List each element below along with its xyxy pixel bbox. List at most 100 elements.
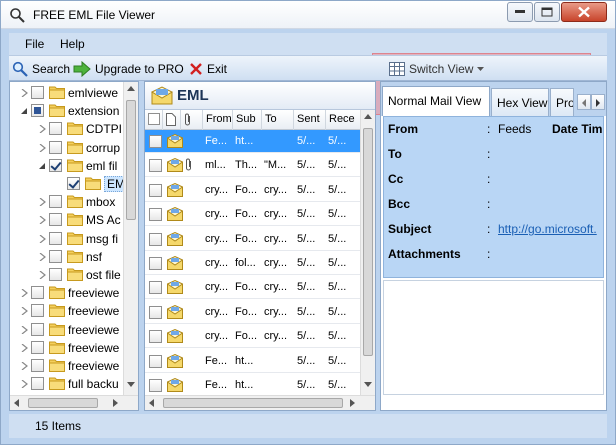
column-from[interactable]: From <box>203 110 233 130</box>
collapsed-arrow-icon[interactable] <box>20 289 28 298</box>
tree-node[interactable]: emlviewe <box>10 84 130 102</box>
list-vertical-scrollbar[interactable] <box>360 110 375 395</box>
expanded-arrow-icon[interactable] <box>38 162 46 170</box>
tree-horizontal-scrollbar[interactable] <box>10 395 138 410</box>
menu-help[interactable]: Help <box>60 37 85 51</box>
mail-row-checkbox[interactable] <box>149 159 162 173</box>
tree-node[interactable]: freeviewe <box>10 339 130 357</box>
tree-checkbox[interactable] <box>49 122 62 136</box>
subject-link[interactable]: http://go.microsoft. <box>498 222 597 236</box>
tree-node[interactable]: EM <box>10 175 130 193</box>
mail-row-checkbox[interactable] <box>149 281 162 295</box>
mail-row[interactable]: cry... Fo... cry... 5/... 5/... <box>145 179 361 202</box>
tree-node[interactable]: freeviewe <box>10 321 130 339</box>
mail-row[interactable]: ml... Th... "M... 5/... 5/... <box>145 154 361 178</box>
tree-checkbox[interactable] <box>31 104 44 118</box>
mail-row-checkbox[interactable] <box>149 305 162 319</box>
tree-node[interactable]: full backu <box>10 375 130 393</box>
collapsed-arrow-icon[interactable] <box>20 380 28 389</box>
tree-checkbox[interactable] <box>49 213 62 227</box>
column-to[interactable]: To <box>262 110 294 130</box>
tree-node[interactable]: ost file <box>10 266 130 284</box>
tree-checkbox[interactable] <box>49 195 62 209</box>
mail-row[interactable]: cry... Fo... cry... 5/... 5/... <box>145 301 361 324</box>
collapsed-arrow-icon[interactable] <box>20 325 28 334</box>
tree-node[interactable]: CDTPI <box>10 120 130 138</box>
tree-checkbox[interactable] <box>49 231 62 245</box>
tree-checkbox[interactable] <box>31 359 44 372</box>
tab-normal-mail-view[interactable]: Normal Mail View <box>382 86 490 116</box>
collapsed-arrow-icon[interactable] <box>20 307 28 316</box>
mail-row-checkbox[interactable] <box>149 379 162 392</box>
list-scroll-thumb[interactable] <box>363 128 373 356</box>
tree-node[interactable]: freeviewe <box>10 284 130 302</box>
mail-row[interactable]: Fe... ht... 5/... 5/... <box>145 130 361 153</box>
mail-row-checkbox[interactable] <box>149 208 162 222</box>
maximize-button[interactable] <box>534 2 560 22</box>
tree-node[interactable]: eml fil <box>10 157 130 175</box>
mail-body[interactable] <box>383 280 604 395</box>
tree-node[interactable]: extension <box>10 102 130 120</box>
collapsed-arrow-icon[interactable] <box>38 125 46 134</box>
collapsed-arrow-icon[interactable] <box>38 143 46 152</box>
mail-row-checkbox[interactable] <box>149 330 162 344</box>
collapsed-arrow-icon[interactable] <box>20 343 28 352</box>
list-horizontal-scrollbar[interactable] <box>145 395 375 410</box>
upgrade-button[interactable]: Upgrade to PRO <box>73 61 184 77</box>
mail-row-checkbox[interactable] <box>149 354 162 368</box>
collapsed-arrow-icon[interactable] <box>38 216 46 225</box>
list-hscroll-thumb[interactable] <box>163 398 343 408</box>
tree-node[interactable]: nsf <box>10 248 130 266</box>
tree-scroll-thumb[interactable] <box>126 100 136 220</box>
switch-view-button[interactable]: Switch View <box>389 61 485 77</box>
column-sent[interactable]: Sent <box>294 110 326 130</box>
collapsed-arrow-icon[interactable] <box>38 271 46 279</box>
select-all-column[interactable] <box>145 110 163 130</box>
search-button[interactable]: Search <box>12 61 70 77</box>
tree-checkbox[interactable] <box>31 304 44 318</box>
tree-hscroll-thumb[interactable] <box>28 398 98 408</box>
tree-node[interactable]: freeviewe <box>10 357 130 375</box>
tree-node[interactable]: corrup <box>10 139 130 157</box>
mail-row[interactable]: Fe... ht... 5/... 5/... <box>145 374 361 397</box>
mail-row-checkbox[interactable] <box>149 257 162 270</box>
tab-scroll-right-button[interactable] <box>591 94 605 110</box>
tree-checkbox[interactable] <box>31 86 44 99</box>
close-button[interactable] <box>561 2 607 22</box>
collapsed-arrow-icon[interactable] <box>20 362 28 370</box>
collapsed-arrow-icon[interactable] <box>38 252 46 261</box>
tree-checkbox[interactable] <box>49 249 62 263</box>
tree-checkbox[interactable] <box>49 158 62 172</box>
tree-checkbox[interactable] <box>49 140 62 154</box>
tab-scroll-left-button[interactable] <box>577 94 591 110</box>
mail-row[interactable]: cry... Fo... cry... 5/... 5/... <box>145 276 361 300</box>
collapsed-arrow-icon[interactable] <box>20 89 28 97</box>
column-received[interactable]: Rece <box>326 110 361 130</box>
mail-row[interactable]: cry... Fo... cry... 5/... 5/... <box>145 325 361 349</box>
mail-row-checkbox[interactable] <box>149 232 162 246</box>
collapsed-arrow-icon[interactable] <box>38 234 46 243</box>
minimize-button[interactable] <box>507 2 533 22</box>
attachment-column[interactable] <box>181 110 203 130</box>
mail-row-checkbox[interactable] <box>149 183 162 197</box>
mail-row[interactable]: cry... fol... cry... 5/... 5/... <box>145 252 361 275</box>
tree-node[interactable]: msg fi <box>10 230 130 248</box>
column-subject[interactable]: Sub <box>233 110 262 130</box>
tab-hex-view[interactable]: Hex View <box>491 88 549 116</box>
tree-checkbox[interactable] <box>49 268 62 281</box>
tree-checkbox[interactable] <box>67 177 80 190</box>
mail-row[interactable]: cry... Fo... cry... 5/... 5/... <box>145 203 361 227</box>
tab-properties[interactable]: Pro <box>550 88 574 116</box>
select-all-checkbox[interactable] <box>148 113 160 125</box>
type-column[interactable] <box>163 110 181 130</box>
tree-node[interactable]: freeviewe <box>10 302 130 320</box>
mail-row[interactable]: Fe... ht... 5/... 5/... <box>145 350 361 373</box>
tree-checkbox[interactable] <box>31 286 44 300</box>
tree-node[interactable]: mbox <box>10 193 130 211</box>
tree-vertical-scrollbar[interactable] <box>123 82 138 395</box>
tree-node[interactable]: MS Ac <box>10 211 130 229</box>
expanded-arrow-icon[interactable] <box>20 107 28 115</box>
collapsed-arrow-icon[interactable] <box>38 198 46 207</box>
mail-row-checkbox[interactable] <box>149 135 162 148</box>
tree-checkbox[interactable] <box>31 377 44 391</box>
